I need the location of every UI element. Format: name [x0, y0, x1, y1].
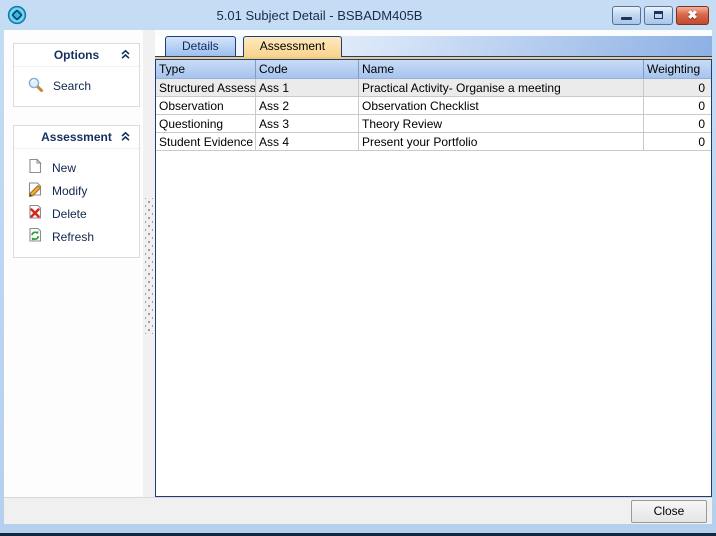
delete-icon [27, 204, 43, 223]
sidebar-item-search[interactable]: Search [27, 74, 139, 97]
cell-weighting: 0 [644, 79, 711, 96]
cell-code: Ass 3 [256, 115, 359, 132]
cell-type: Structured Assessm [156, 79, 256, 96]
cell-name: Observation Checklist [359, 97, 644, 114]
footer-bar: Close [4, 497, 712, 524]
title-bar: 5.01 Subject Detail - BSBADM405B ✖ [0, 0, 716, 30]
main-area: Details Assessment Type Code Name Weight… [155, 30, 712, 497]
restore-icon [654, 11, 663, 19]
sidebar-item-refresh[interactable]: Refresh [27, 225, 139, 248]
table-row[interactable]: Structured Assessm Ass 1 Practical Activ… [156, 79, 711, 97]
refresh-icon [27, 227, 43, 246]
tab-details[interactable]: Details [165, 36, 236, 56]
cell-type: Student Evidence [156, 133, 256, 150]
assessment-panel-header[interactable]: Assessment [14, 126, 139, 149]
table-row[interactable]: Student Evidence Ass 4 Present your Port… [156, 133, 711, 151]
table-row[interactable]: Observation Ass 2 Observation Checklist … [156, 97, 711, 115]
sidebar: Options [4, 30, 143, 497]
sidebar-item-label: New [52, 161, 76, 175]
options-panel-title: Options [54, 48, 99, 62]
cell-weighting: 0 [644, 115, 711, 132]
sidebar-item-delete[interactable]: Delete [27, 202, 139, 225]
chevron-double-up-icon[interactable] [120, 49, 131, 63]
modify-icon [27, 181, 43, 200]
cell-code: Ass 4 [256, 133, 359, 150]
cell-weighting: 0 [644, 133, 711, 150]
sidebar-item-new[interactable]: New [27, 156, 139, 179]
minimize-icon [621, 17, 632, 20]
new-icon [27, 158, 43, 177]
minimize-button[interactable] [612, 6, 641, 25]
assessment-panel: Assessment [13, 125, 140, 258]
close-window-button[interactable]: ✖ [676, 6, 709, 25]
close-icon: ✖ [687, 9, 697, 21]
cell-name: Theory Review [359, 115, 644, 132]
cell-type: Observation [156, 97, 256, 114]
column-header-type[interactable]: Type [156, 60, 256, 78]
assessment-table-panel: Type Code Name Weighting Structured Asse… [155, 59, 712, 497]
assessment-panel-title: Assessment [41, 130, 112, 144]
table-header-row: Type Code Name Weighting [156, 60, 711, 79]
sidebar-item-modify[interactable]: Modify [27, 179, 139, 202]
splitter-handle[interactable] [143, 30, 155, 497]
sidebar-item-label: Modify [52, 184, 87, 198]
column-header-name[interactable]: Name [359, 60, 644, 78]
window-controls: ✖ [612, 6, 709, 25]
window-title: 5.01 Subject Detail - BSBADM405B [27, 8, 612, 23]
options-panel-items: Search [14, 67, 139, 106]
client-area: Options [4, 30, 712, 524]
splitter-grip-dots [145, 198, 153, 334]
tab-strip: Details Assessment [155, 36, 712, 57]
table-row[interactable]: Questioning Ass 3 Theory Review 0 [156, 115, 711, 133]
chevron-double-up-icon[interactable] [120, 131, 131, 145]
cell-code: Ass 2 [256, 97, 359, 114]
work-area: Options [4, 30, 712, 497]
sidebar-item-label: Refresh [52, 230, 94, 244]
cell-weighting: 0 [644, 97, 711, 114]
tab-assessment[interactable]: Assessment [243, 36, 342, 57]
search-icon [27, 76, 44, 96]
sidebar-item-label: Delete [52, 207, 87, 221]
assessment-panel-items: New Modify [14, 149, 139, 257]
column-header-code[interactable]: Code [256, 60, 359, 78]
app-window: 5.01 Subject Detail - BSBADM405B ✖ Optio… [0, 0, 716, 536]
sidebar-item-label: Search [53, 79, 91, 93]
options-panel: Options [13, 43, 140, 107]
column-header-weighting[interactable]: Weighting [644, 60, 711, 78]
app-icon [7, 5, 27, 25]
cell-name: Present your Portfolio [359, 133, 644, 150]
cell-name: Practical Activity- Organise a meeting [359, 79, 644, 96]
cell-type: Questioning [156, 115, 256, 132]
close-button[interactable]: Close [631, 500, 707, 523]
restore-button[interactable] [644, 6, 673, 25]
cell-code: Ass 1 [256, 79, 359, 96]
options-panel-header[interactable]: Options [14, 44, 139, 67]
